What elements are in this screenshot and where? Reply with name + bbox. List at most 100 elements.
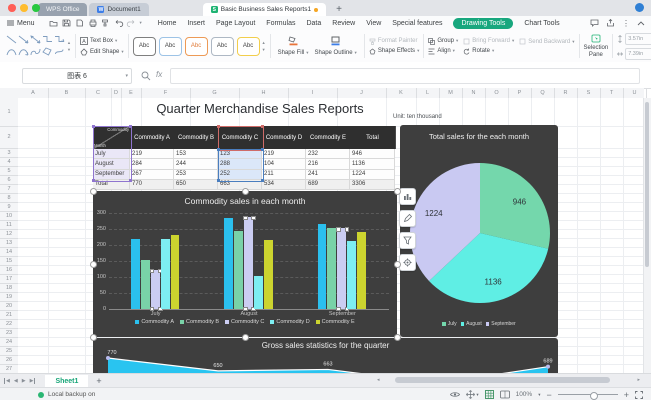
name-box[interactable]: 图表 6 ▾	[22, 68, 132, 84]
table-cell[interactable]: 770	[130, 179, 174, 190]
fx-label[interactable]: fx	[156, 70, 162, 79]
shape-height-field[interactable]: 3.57in▴▾	[617, 32, 651, 45]
bar-commodity-e-september[interactable]	[357, 231, 367, 309]
table-cell[interactable]: 123	[218, 149, 262, 160]
prev-sheet-icon[interactable]: ◀	[14, 378, 18, 384]
column-header-U[interactable]: U	[623, 88, 647, 98]
table-cell[interactable]: 1136	[350, 159, 395, 170]
shape-style-preset-2[interactable]: Abc	[158, 36, 182, 56]
column-header-I[interactable]: I	[288, 88, 338, 98]
column-header-R[interactable]: R	[554, 88, 578, 98]
table-cell[interactable]: 663	[218, 179, 262, 190]
column-header-K[interactable]: K	[386, 88, 417, 98]
row-header-1[interactable]: 1	[0, 98, 18, 127]
bar-commodity-b-september[interactable]	[327, 228, 337, 309]
menu-tab-page-layout[interactable]: Page Layout	[216, 20, 255, 27]
table-cell[interactable]: 241	[306, 169, 350, 180]
first-sheet-icon[interactable]: ◀	[4, 378, 10, 384]
bar-commodity-c-august[interactable]	[243, 215, 256, 312]
column-header-G[interactable]: G	[190, 88, 240, 98]
vertical-scrollbar-thumb[interactable]	[645, 102, 649, 267]
column-header-P[interactable]: P	[508, 88, 532, 98]
shape-preset-8[interactable]	[30, 47, 41, 58]
maximize-window-icon[interactable]	[32, 4, 40, 12]
zoom-caret-icon[interactable]: ▾	[538, 392, 540, 398]
shape-outline-button[interactable]: Shape Outline ▾	[315, 36, 357, 56]
table-cell[interactable]: 534	[262, 179, 306, 190]
chart-filter-button[interactable]	[399, 232, 416, 249]
column-header-O[interactable]: O	[485, 88, 509, 98]
table-cell[interactable]: 216	[306, 159, 350, 170]
column-header-C[interactable]: C	[85, 88, 112, 98]
shape-style-preset-5[interactable]: Abc	[236, 36, 260, 56]
column-header-F[interactable]: F	[141, 88, 191, 98]
rotate-button[interactable]: Rotate ▾	[463, 48, 514, 55]
close-window-icon[interactable]	[8, 4, 16, 12]
zoom-slider[interactable]	[557, 391, 618, 400]
sales-data-table[interactable]: Commodity Month Commodity A Commodity B Comm…	[93, 126, 396, 190]
chart-selection-handle[interactable]	[242, 188, 249, 195]
minimize-window-icon[interactable]	[20, 4, 28, 12]
group-button[interactable]: Group ▾	[428, 37, 458, 45]
table-cell[interactable]: 3306	[350, 179, 395, 190]
menu-tab-formulas[interactable]: Formulas	[266, 20, 295, 27]
sheet-tab-sheet1[interactable]: Sheet1	[45, 374, 89, 388]
share-icon[interactable]	[606, 18, 615, 27]
column-header-T[interactable]: T	[600, 88, 624, 98]
bar-commodity-b-july[interactable]	[140, 260, 150, 309]
table-cell[interactable]: 211	[262, 169, 306, 180]
column-header-E[interactable]: E	[121, 88, 142, 98]
menu-tab-data[interactable]: Data	[306, 20, 321, 27]
table-cell[interactable]: 284	[130, 159, 174, 170]
zoom-out-button[interactable]: −	[546, 390, 551, 400]
next-sheet-icon[interactable]: ▶	[22, 378, 26, 384]
comment-icon[interactable]	[590, 19, 599, 27]
table-cell[interactable]: 153	[174, 149, 218, 160]
column-header-A[interactable]: A	[18, 88, 49, 98]
table-cell[interactable]: 253	[174, 169, 218, 180]
shape-style-stepper[interactable]: ▲ ▼	[262, 40, 266, 52]
table-cell[interactable]: 104	[262, 159, 306, 170]
shape-preset-7[interactable]	[18, 47, 29, 58]
horizontal-scrollbar-thumb[interactable]	[395, 377, 610, 383]
menu-tab-special-features[interactable]: Special features	[392, 20, 442, 27]
zoom-level[interactable]: 100%	[516, 391, 533, 398]
table-cell[interactable]: 244	[174, 159, 218, 170]
account-avatar[interactable]	[635, 3, 644, 12]
shape-preset-1[interactable]	[6, 35, 17, 46]
area-chart[interactable]: 770 650 663 689 Gross sales statistics for …	[93, 338, 558, 373]
column-header-N[interactable]: N	[462, 88, 486, 98]
collapse-ribbon-icon[interactable]	[637, 20, 645, 26]
menu-tab-view[interactable]: View	[366, 20, 381, 27]
table-cell[interactable]: 267	[130, 169, 174, 180]
menu-tab-insert[interactable]: Insert	[187, 20, 205, 27]
shape-effects-button[interactable]: Shape Effects ▾	[369, 48, 419, 55]
menu-tab-chart-tools[interactable]: Chart Tools	[524, 20, 559, 27]
bar-commodity-e-august[interactable]	[263, 239, 273, 309]
chart-selection-handle[interactable]	[394, 261, 401, 268]
shape-preset-9[interactable]	[42, 46, 53, 58]
bar-commodity-d-july[interactable]	[160, 238, 170, 309]
scroll-right-icon[interactable]: ▸	[637, 377, 640, 383]
bar-commodity-d-september[interactable]	[347, 241, 357, 309]
redo-icon[interactable]	[126, 19, 136, 27]
shape-gallery-stepper[interactable]: ▲ ▼	[67, 40, 71, 52]
menu-tab-home[interactable]: Home	[158, 20, 177, 27]
chart-style-button[interactable]	[399, 210, 416, 227]
shape-style-preset-4[interactable]: Abc	[210, 36, 234, 56]
bar-commodity-a-august[interactable]	[224, 218, 234, 309]
bar-chart[interactable]: Commodity sales in each month 0 50 100 150 2…	[93, 191, 397, 337]
shape-preset-4[interactable]	[42, 35, 53, 46]
eye-icon[interactable]	[450, 391, 461, 398]
print-preview-icon[interactable]	[75, 19, 84, 27]
column-header-M[interactable]: M	[439, 88, 463, 98]
fullscreen-icon[interactable]	[635, 390, 643, 399]
table-cell[interactable]: 946	[350, 149, 395, 160]
print-icon[interactable]	[88, 19, 97, 27]
table-cell[interactable]: 252	[218, 169, 262, 180]
save-icon[interactable]	[62, 19, 71, 27]
table-cell[interactable]: 219	[262, 149, 306, 160]
zoom-formula-icon[interactable]	[141, 71, 151, 81]
vertical-scrollbar[interactable]	[643, 98, 651, 373]
column-header-L[interactable]: L	[416, 88, 440, 98]
